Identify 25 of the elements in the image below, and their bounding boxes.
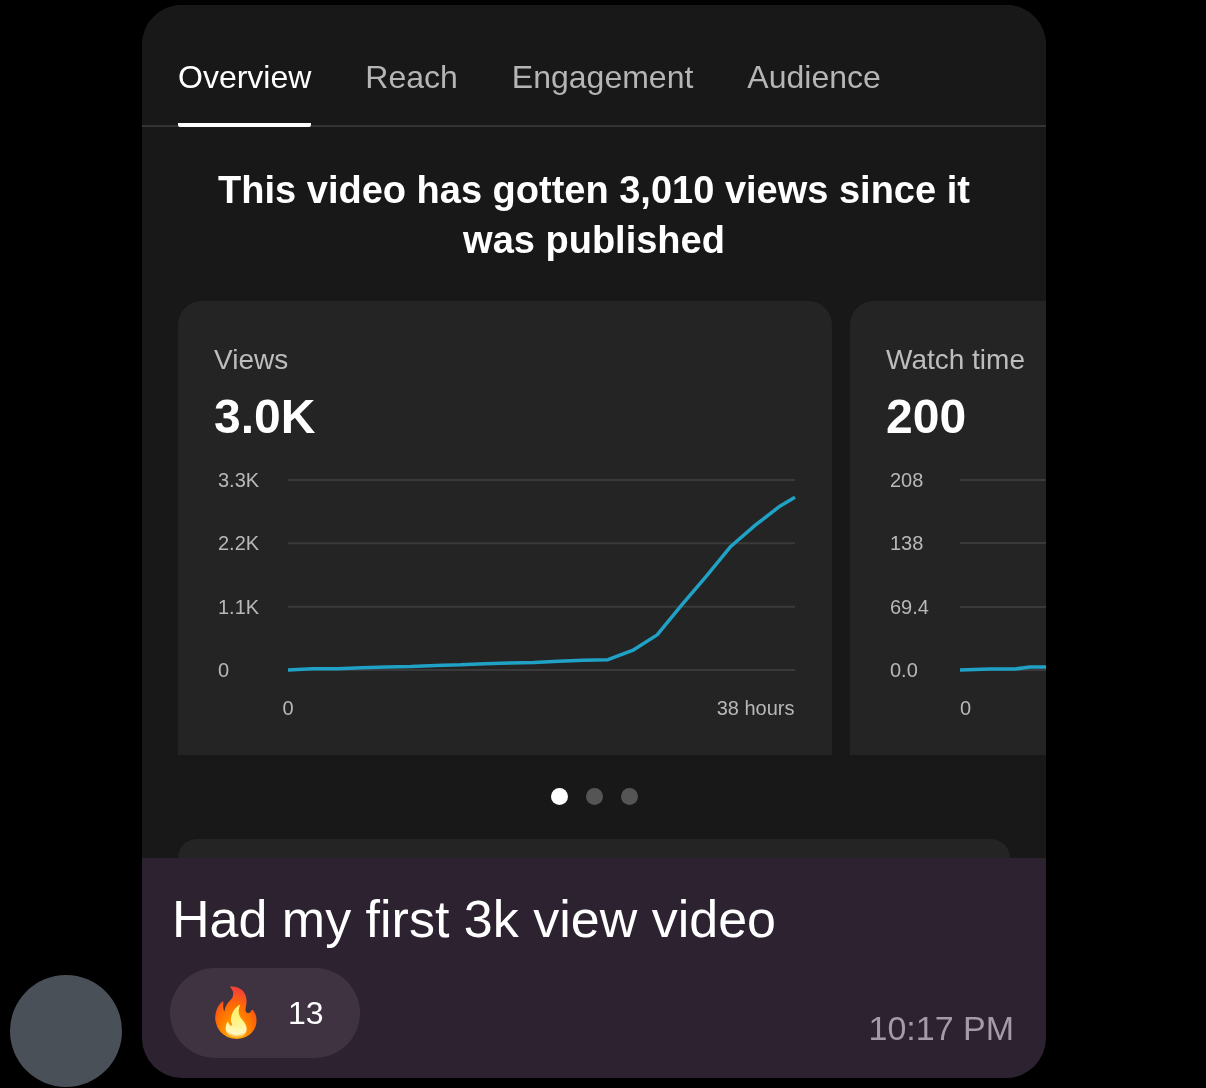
metric-label: Watch time bbox=[886, 343, 1026, 377]
tab[interactable]: Reach bbox=[365, 53, 458, 127]
message-text: Had my first 3k view video bbox=[172, 889, 777, 950]
axis-tick-label: 0.0 bbox=[890, 659, 918, 681]
reaction-count: 13 bbox=[288, 994, 324, 1033]
metric-label: Views bbox=[214, 343, 290, 377]
axis-tick-label: 0 bbox=[282, 697, 294, 719]
tab[interactable]: Overview bbox=[178, 53, 312, 127]
axis-tick-label: 138 bbox=[890, 532, 924, 554]
tab[interactable]: Engagement bbox=[511, 53, 694, 127]
metric-value: 3.0K bbox=[214, 389, 317, 445]
axis-tick-label: 0 bbox=[218, 659, 230, 681]
axis-tick-label: 0 bbox=[960, 697, 972, 719]
axis-tick-label: 208 bbox=[890, 469, 924, 491]
reaction-chip[interactable]: 🔥 13 bbox=[170, 968, 360, 1058]
fire-emoji: 🔥 bbox=[206, 985, 266, 1041]
axis-tick-label: 1.1K bbox=[218, 595, 260, 618]
axis-tick-label: 69.4 bbox=[890, 596, 929, 618]
headline: This video has gotten 3,010 views since it was published bbox=[217, 168, 971, 263]
axis-tick-label: 3.3K bbox=[218, 469, 260, 491]
axis-tick-label: 2.2K bbox=[218, 532, 260, 555]
message-time: 10:17 PM bbox=[868, 1008, 1014, 1049]
metric-value: 200 bbox=[886, 389, 968, 445]
axis-tick-label: 38 hours bbox=[716, 697, 795, 719]
tab[interactable]: Audience bbox=[747, 53, 881, 127]
